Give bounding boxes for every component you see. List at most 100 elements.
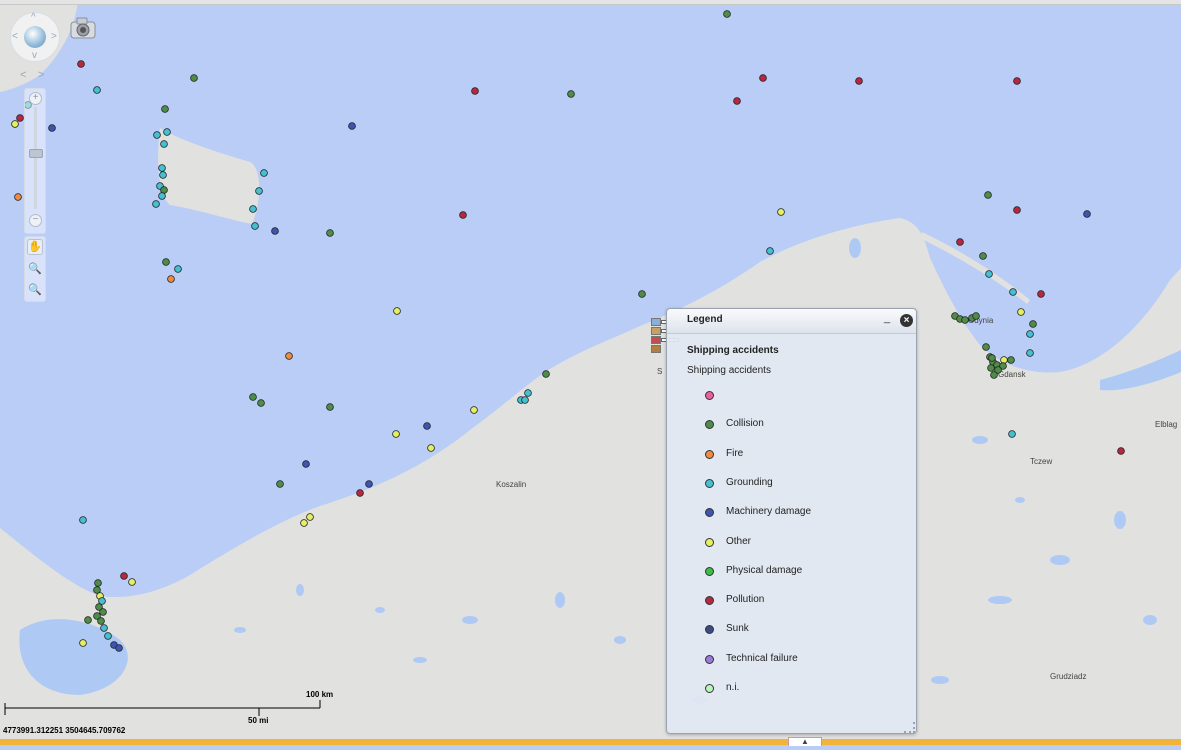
accident-marker[interactable] <box>162 258 170 266</box>
accident-marker[interactable] <box>271 227 279 235</box>
accident-marker[interactable] <box>1013 206 1021 214</box>
accident-marker[interactable] <box>961 316 969 324</box>
accident-marker[interactable] <box>988 354 996 362</box>
accident-marker[interactable] <box>84 616 92 624</box>
accident-marker[interactable] <box>356 489 364 497</box>
accident-marker[interactable] <box>979 252 987 260</box>
layer-toggle-icon[interactable] <box>651 318 661 326</box>
accident-marker[interactable] <box>855 77 863 85</box>
layer-toggle-icon[interactable] <box>651 327 661 335</box>
accident-marker[interactable] <box>160 140 168 148</box>
accident-marker[interactable] <box>1009 288 1017 296</box>
accident-marker[interactable] <box>982 343 990 351</box>
pan-left-button[interactable]: < <box>12 32 18 42</box>
hand-pan-icon[interactable]: ✋ <box>27 239 43 255</box>
accident-marker[interactable] <box>16 114 24 122</box>
accident-marker[interactable] <box>158 192 166 200</box>
pan-right-button[interactable]: > <box>51 32 57 42</box>
accident-marker[interactable] <box>733 97 741 105</box>
accident-marker[interactable] <box>276 480 284 488</box>
accident-marker[interactable] <box>249 205 257 213</box>
accident-marker[interactable] <box>1008 430 1016 438</box>
accident-marker[interactable] <box>471 87 479 95</box>
camera-icon[interactable] <box>68 14 98 42</box>
zoom-slider-handle[interactable] <box>29 149 43 158</box>
accident-marker[interactable] <box>1083 210 1091 218</box>
zoom-in-icon[interactable]: + <box>29 92 42 105</box>
accident-marker[interactable] <box>723 10 731 18</box>
zoom-box-in-icon[interactable]: 🔍 <box>27 261 43 277</box>
accident-marker[interactable] <box>542 370 550 378</box>
accident-marker[interactable] <box>158 164 166 172</box>
accident-marker[interactable] <box>306 513 314 521</box>
accident-marker[interactable] <box>120 572 128 580</box>
accident-marker[interactable] <box>285 352 293 360</box>
map-canvas[interactable]: Koszalin Gdansk Gdynia Tczew Elblag Grud… <box>0 0 1181 745</box>
accident-marker[interactable] <box>159 171 167 179</box>
accident-marker[interactable] <box>365 480 373 488</box>
accident-marker[interactable] <box>1029 320 1037 328</box>
history-prev-button[interactable]: < <box>20 69 26 81</box>
accident-marker[interactable] <box>257 399 265 407</box>
accident-marker[interactable] <box>1117 447 1125 455</box>
accident-marker[interactable] <box>1007 356 1015 364</box>
accident-marker[interactable] <box>393 307 401 315</box>
accident-marker[interactable] <box>161 105 169 113</box>
accident-marker[interactable] <box>94 579 102 587</box>
zoom-out-icon[interactable]: − <box>29 214 42 227</box>
accident-marker[interactable] <box>392 430 400 438</box>
accident-marker[interactable] <box>984 191 992 199</box>
accident-marker[interactable] <box>1026 349 1034 357</box>
accident-marker[interactable] <box>470 406 478 414</box>
accident-marker[interactable] <box>152 200 160 208</box>
accident-marker[interactable] <box>985 270 993 278</box>
accident-marker[interactable] <box>759 74 767 82</box>
accident-marker[interactable] <box>79 639 87 647</box>
pan-down-button[interactable]: v <box>32 51 37 61</box>
accident-marker[interactable] <box>348 122 356 130</box>
accident-marker[interactable] <box>427 444 435 452</box>
accident-marker[interactable] <box>255 187 263 195</box>
resize-handle[interactable] <box>904 722 915 733</box>
accident-marker[interactable] <box>48 124 56 132</box>
pan-up-button[interactable]: ^ <box>31 13 36 23</box>
accident-marker[interactable] <box>167 275 175 283</box>
accident-marker[interactable] <box>260 169 268 177</box>
accident-marker[interactable] <box>174 265 182 273</box>
legend-header[interactable]: Legend _ × <box>667 309 916 334</box>
accident-marker[interactable] <box>766 247 774 255</box>
zoom-track[interactable] <box>34 107 37 209</box>
accident-marker[interactable] <box>128 578 136 586</box>
accident-marker[interactable] <box>521 396 529 404</box>
accident-marker[interactable] <box>1026 330 1034 338</box>
accident-marker[interactable] <box>153 131 161 139</box>
accident-marker[interactable] <box>251 222 259 230</box>
accident-marker[interactable] <box>249 393 257 401</box>
accident-marker[interactable] <box>1013 77 1021 85</box>
accident-marker[interactable] <box>459 211 467 219</box>
accident-marker[interactable] <box>99 608 107 616</box>
accident-marker[interactable] <box>423 422 431 430</box>
accident-marker[interactable] <box>972 312 980 320</box>
accident-marker[interactable] <box>638 290 646 298</box>
accident-marker[interactable] <box>100 624 108 632</box>
accident-marker[interactable] <box>104 632 112 640</box>
accident-marker[interactable] <box>326 403 334 411</box>
accident-marker[interactable] <box>987 364 995 372</box>
minimize-button[interactable]: _ <box>884 313 890 324</box>
pan-wheel-icon[interactable]: ^ v < > <box>10 12 60 62</box>
accident-marker[interactable] <box>524 389 532 397</box>
zoom-bar[interactable]: + − <box>24 88 46 234</box>
accident-marker[interactable] <box>190 74 198 82</box>
accident-marker[interactable] <box>14 193 22 201</box>
close-icon[interactable]: × <box>900 314 913 327</box>
history-next-button[interactable]: > <box>38 69 44 81</box>
accident-marker[interactable] <box>93 86 101 94</box>
accident-marker[interactable] <box>11 120 19 128</box>
accident-marker[interactable] <box>777 208 785 216</box>
accident-marker[interactable] <box>956 238 964 246</box>
accident-marker[interactable] <box>990 371 998 379</box>
accident-marker[interactable] <box>302 460 310 468</box>
legend-panel[interactable]: Legend _ × Shipping accidents Shipping a… <box>666 308 917 734</box>
accident-marker[interactable] <box>1037 290 1045 298</box>
